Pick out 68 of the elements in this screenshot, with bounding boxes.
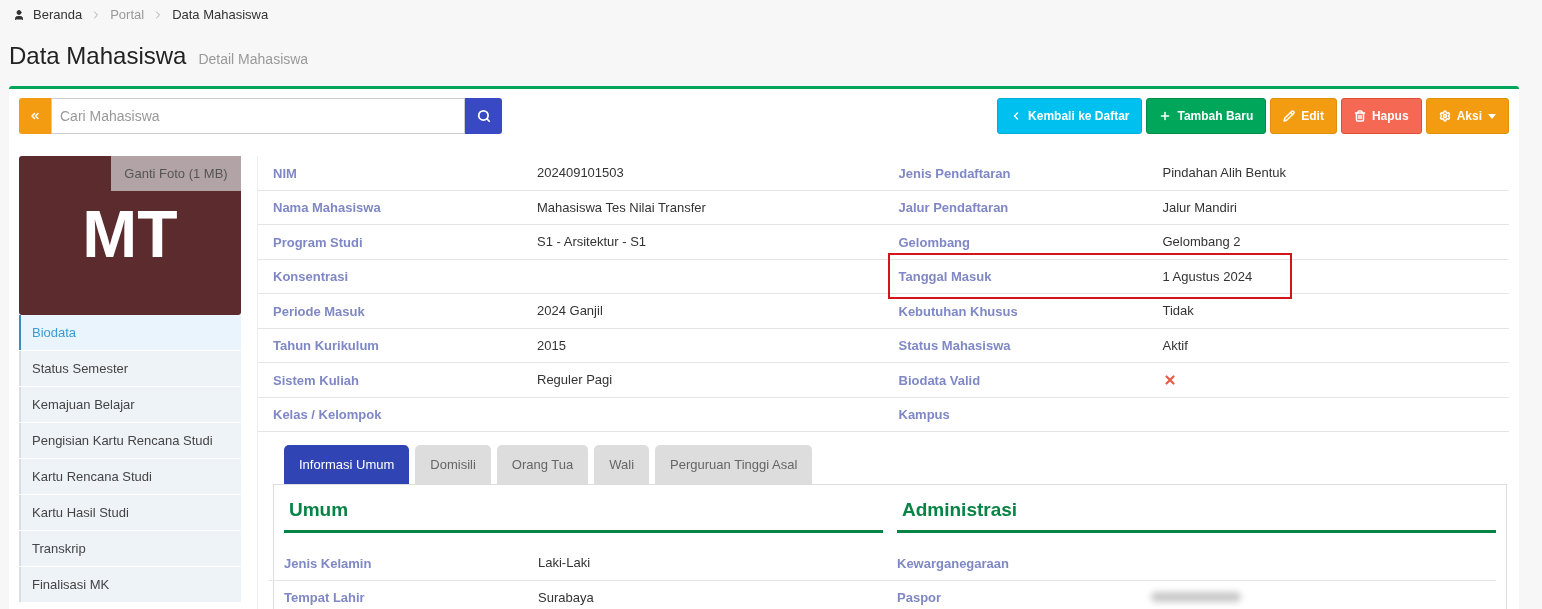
pencil-icon: [1283, 110, 1296, 122]
search-field[interactable]: Cari Mahasiswa: [51, 98, 465, 134]
field-value: Mahasiswa Tes Nilai Transfer: [537, 198, 706, 217]
plus-icon: [1159, 110, 1172, 122]
field-label: Jalur Pendaftaran: [898, 200, 1009, 216]
sidebar-item[interactable]: Finalisasi MK: [19, 567, 241, 602]
field-value: 1 Agustus 2024: [1162, 267, 1253, 286]
search-icon: [476, 109, 491, 123]
settings-icon: [1438, 110, 1451, 122]
breadcrumb-link[interactable]: Data Mahasiswa: [172, 5, 269, 25]
field-value: Reguler Pagi: [537, 371, 613, 389]
change-photo-button[interactable]: Ganti Foto (1 MB): [111, 156, 241, 191]
field-label: Paspor: [897, 590, 942, 606]
field-label: Tanggal Masuk: [898, 269, 992, 285]
field-value: S1 - Arsitektur - S1: [537, 233, 647, 251]
field-value: Laki-Laki: [538, 554, 591, 572]
breadcrumb-link[interactable]: Portal: [110, 5, 145, 25]
page-subtitle: Detail Mahasiswa: [198, 50, 309, 69]
field-label: Kampus: [898, 407, 950, 423]
action-button[interactable]: Hapus: [1340, 98, 1422, 134]
field-value: 202409101503: [537, 164, 624, 182]
field-label: Nama Mahasiswa: [273, 200, 381, 216]
tab[interactable]: Orang Tua: [496, 445, 589, 484]
action-button[interactable]: Tambah Baru: [1146, 98, 1267, 134]
sidebar-item[interactable]: Pengisian Kartu Rencana Studi: [19, 423, 241, 458]
field-value: 2015: [537, 336, 566, 355]
sidebar-item[interactable]: Transkrip: [19, 531, 241, 566]
field-label: Jenis Kelamin: [284, 555, 372, 571]
search-button[interactable]: [465, 98, 502, 134]
field-label: Biodata Valid: [898, 372, 981, 388]
field-label: Kebutuhan Khusus: [898, 303, 1018, 319]
avatar-initials: MT: [82, 201, 178, 267]
field-value: Aktif: [1162, 336, 1188, 355]
field-label: Periode Masuk: [273, 303, 365, 319]
field-label: Kelas / Kelompok: [273, 407, 382, 423]
page-title: Data Mahasiswa: [9, 41, 187, 71]
sidebar-item[interactable]: Biodata: [19, 315, 241, 350]
field-label: Status Mahasiswa: [898, 338, 1011, 354]
user-icon: [13, 9, 25, 21]
field-label: Sistem Kuliah: [273, 372, 359, 388]
double-chevron-left-icon: [29, 110, 41, 122]
field-label: Program Studi: [273, 234, 363, 250]
section-heading: Administrasi: [902, 497, 1018, 522]
field-label: Kewarganegaraan: [897, 555, 1009, 571]
field-label: Konsentrasi: [273, 269, 349, 285]
caret-down-icon: [1488, 113, 1496, 119]
tab[interactable]: Informasi Umum: [284, 445, 410, 484]
sidebar-item[interactable]: Kartu Rencana Studi: [19, 459, 241, 494]
field-value: 2024 Ganjil: [537, 302, 603, 320]
field-value: Tidak: [1162, 302, 1194, 320]
field-label: NIM: [273, 165, 297, 181]
sidebar-item[interactable]: Kartu Hasil Studi: [19, 495, 241, 530]
tab[interactable]: Wali: [594, 445, 650, 484]
field-label: Tahun Kurikulum: [273, 338, 379, 354]
sidebar-item[interactable]: Status Semester: [19, 351, 241, 386]
field-value: Gelombang 2: [1162, 233, 1241, 251]
sidebar-item[interactable]: Kemajuan Belajar: [19, 387, 241, 422]
field-label: Tempat Lahir: [284, 590, 365, 606]
field-value: Jalur Mandiri: [1162, 198, 1237, 217]
field-value: Surabaya: [538, 588, 594, 607]
trash-icon: [1353, 110, 1366, 122]
tab[interactable]: Perguruan Tinggi Asal: [655, 445, 813, 484]
field-label: Gelombang: [898, 234, 970, 250]
field-label: Jenis Pendaftaran: [898, 165, 1011, 181]
breadcrumb-link[interactable]: Beranda: [33, 5, 83, 25]
section-heading: Umum: [289, 497, 349, 522]
field-value: Pindahan Alih Bentuk: [1162, 164, 1287, 182]
tab[interactable]: Domisili: [415, 445, 491, 484]
